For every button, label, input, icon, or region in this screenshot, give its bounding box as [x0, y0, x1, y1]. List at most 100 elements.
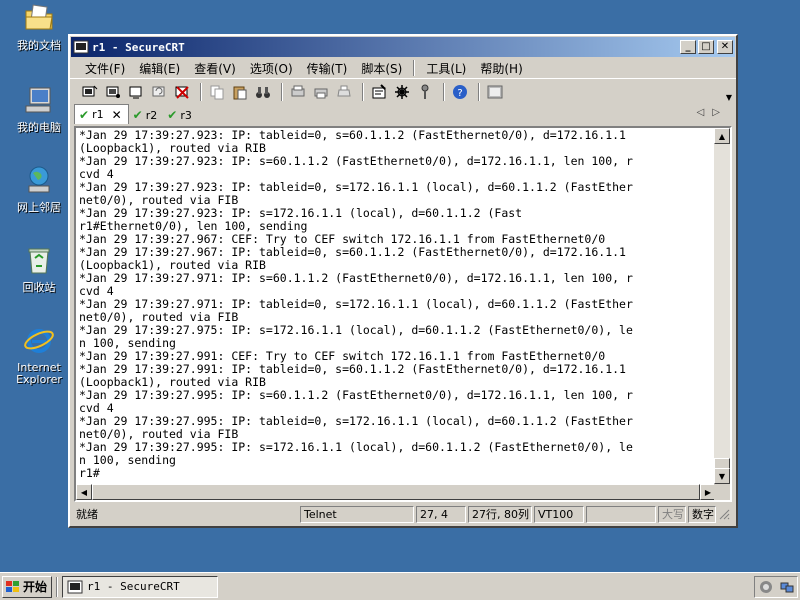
- reconnect-button[interactable]: [149, 82, 169, 102]
- tab-close-icon[interactable]: ✕: [112, 108, 122, 122]
- quick-connect-icon: [106, 86, 120, 98]
- documents-folder-icon: [25, 4, 53, 30]
- printer-icon: [337, 85, 351, 96]
- connect-tab-icon: [129, 86, 142, 98]
- scroll-left-button[interactable]: ◀: [76, 484, 92, 500]
- tab-r1[interactable]: ✔ r1 ✕: [74, 104, 129, 124]
- menu-script[interactable]: 脚本(S): [354, 60, 409, 77]
- paste-icon: [233, 86, 247, 99]
- desktop-icon-label: 网上邻居: [17, 201, 61, 214]
- status-num: 数字: [688, 505, 716, 523]
- arrow-right-icon: ▶: [704, 487, 712, 497]
- desktop-icon-network[interactable]: 网上邻居: [8, 164, 70, 214]
- copy-icon: [210, 85, 224, 99]
- terminal-output[interactable]: *Jan 29 17:39:27.923: IP: tableid=0, s=6…: [76, 128, 716, 484]
- start-label: 开始: [23, 580, 48, 594]
- status-protocol: Telnet: [300, 505, 414, 523]
- toolbar-separator: [443, 82, 445, 101]
- tab-label: r2: [145, 108, 158, 122]
- taskbar: 开始 r1 - SecureCRT: [0, 572, 800, 600]
- print-button[interactable]: [334, 82, 354, 102]
- volume-icon[interactable]: [759, 580, 773, 594]
- menu-view[interactable]: 查看(V): [187, 60, 243, 77]
- recycle-bin-icon: [28, 248, 50, 274]
- tab-scroll-arrows[interactable]: ◁▷: [697, 107, 728, 118]
- close-button[interactable]: ✕: [717, 40, 733, 54]
- disconnect-button[interactable]: [172, 82, 192, 102]
- connect-icon: [82, 85, 98, 96]
- print-screen-icon: [291, 85, 305, 96]
- desktop-icon-internet-explorer[interactable]: Internet Explorer: [8, 324, 70, 386]
- menu-options[interactable]: 选项(O): [243, 60, 300, 77]
- print-selection-button[interactable]: [311, 82, 331, 102]
- horizontal-scrollbar[interactable]: ◀ ▶: [76, 484, 716, 500]
- menu-edit[interactable]: 编辑(E): [132, 60, 187, 77]
- computer-icon: [25, 87, 51, 113]
- tab-r2[interactable]: ✔ r2: [129, 106, 164, 124]
- tab-r3[interactable]: ✔ r3: [163, 106, 198, 124]
- network-tray-icon[interactable]: [780, 580, 794, 594]
- reconnect-icon: [152, 86, 165, 96]
- session-options-button[interactable]: [369, 82, 389, 102]
- windows-logo-icon: [6, 580, 19, 592]
- scroll-down-button[interactable]: ▼: [714, 468, 730, 484]
- toolbar-overflow-icon[interactable]: ▼: [726, 93, 732, 102]
- toolbar-separator: [478, 82, 480, 101]
- connected-check-icon: ✔: [79, 107, 90, 122]
- start-button[interactable]: 开始: [2, 575, 52, 598]
- menu-tools[interactable]: 工具(L): [419, 60, 473, 77]
- help-button[interactable]: ?: [450, 82, 470, 102]
- status-emulation: VT100: [534, 505, 584, 523]
- terminal-area[interactable]: *Jan 29 17:39:27.923: IP: tableid=0, s=6…: [74, 126, 732, 502]
- resize-grip-icon[interactable]: [718, 508, 730, 520]
- status-size: 27行, 80列: [468, 505, 532, 523]
- copy-button[interactable]: [207, 82, 227, 102]
- vertical-scrollbar[interactable]: ▲ ▼: [714, 128, 730, 484]
- title-bar[interactable]: r1 - SecureCRT _ □ ✕: [71, 37, 735, 57]
- menu-transfer[interactable]: 传输(T): [300, 60, 355, 77]
- maximize-icon: □: [701, 41, 711, 52]
- minimize-button[interactable]: _: [680, 40, 696, 54]
- paste-button[interactable]: [230, 82, 250, 102]
- toolbar-separator: [362, 82, 364, 101]
- tab-label: r1: [92, 108, 104, 121]
- sftp-button[interactable]: [485, 82, 505, 102]
- toolbar-separator: [281, 82, 283, 101]
- menu-bar: 文件(F) 编辑(E) 查看(V) 选项(O) 传输(T) 脚本(S) 工具(L…: [70, 58, 736, 78]
- connect-button[interactable]: [80, 82, 100, 102]
- desktop-icon-my-computer[interactable]: 我的电脑: [8, 84, 70, 134]
- connect-tab-button[interactable]: [126, 82, 146, 102]
- global-options-button[interactable]: [392, 82, 412, 102]
- terminal-line: n 100, sending: [79, 453, 176, 467]
- print-screen-button[interactable]: [288, 82, 308, 102]
- taskbar-button-label: r1 - SecureCRT: [87, 580, 180, 593]
- svg-text:?: ?: [457, 88, 462, 99]
- toolbar-separator: [200, 82, 202, 101]
- status-caps: 大写: [658, 505, 686, 523]
- ie-icon: [24, 329, 54, 353]
- session-tab-bar: ✔ r1 ✕ ✔ r2 ✔ r3 ◁▷: [70, 104, 736, 124]
- disconnect-icon: [175, 85, 189, 99]
- connected-check-icon: ✔: [132, 108, 143, 122]
- quick-connect-button[interactable]: [103, 82, 123, 102]
- menu-file[interactable]: 文件(F): [78, 60, 132, 77]
- terminal-line: *Jan 29 17:39:27.995: IP: s=60.1.1.2 (Fa…: [79, 388, 633, 402]
- horizontal-scroll-thumb[interactable]: [92, 484, 700, 500]
- desktop-icon-my-documents[interactable]: 我的文档: [8, 2, 70, 52]
- status-bar: 就绪 Telnet 27, 4 27行, 80列 VT100 大写 数字: [72, 504, 734, 524]
- maximize-button[interactable]: □: [698, 40, 714, 54]
- network-icon: [28, 166, 50, 193]
- taskbar-button-securecrt[interactable]: r1 - SecureCRT: [62, 575, 218, 598]
- terminal-line: *Jan 29 17:39:27.923: IP: s=60.1.1.2 (Fa…: [79, 154, 633, 168]
- scroll-up-button[interactable]: ▲: [714, 128, 730, 144]
- connected-check-icon: ✔: [167, 108, 178, 122]
- key-icon: [421, 84, 429, 99]
- print-selection-icon: [314, 88, 328, 98]
- sftp-icon: [487, 85, 503, 98]
- desktop-icon-recycle-bin[interactable]: 回收站: [8, 244, 70, 294]
- desktop-icon-label: Internet Explorer: [16, 361, 62, 386]
- securecrt-app-icon: [73, 40, 89, 54]
- menu-help[interactable]: 帮助(H): [473, 60, 529, 77]
- find-button[interactable]: [253, 82, 273, 102]
- key-map-button[interactable]: [415, 82, 435, 102]
